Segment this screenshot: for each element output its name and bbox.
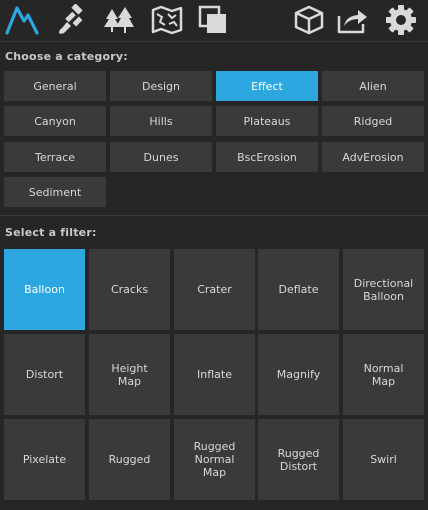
trees-icon[interactable] xyxy=(102,3,136,37)
filter-button-directional-balloon[interactable]: Directional Balloon xyxy=(343,249,424,330)
toolbar xyxy=(0,0,428,40)
category-button-dunes[interactable]: Dunes xyxy=(110,142,212,172)
map-icon[interactable] xyxy=(150,3,184,37)
category-button-design[interactable]: Design xyxy=(110,71,212,101)
category-button-adverosion[interactable]: AdvErosion xyxy=(322,142,424,172)
category-button-terrace[interactable]: Terrace xyxy=(4,142,106,172)
toolbar-divider xyxy=(0,41,428,42)
paint-brush-icon[interactable] xyxy=(55,3,89,37)
category-button-hills[interactable]: Hills xyxy=(110,106,212,136)
filter-button-pixelate[interactable]: Pixelate xyxy=(4,419,85,500)
filter-button-cracks[interactable]: Cracks xyxy=(89,249,170,330)
category-section-label: Choose a category: xyxy=(5,50,128,63)
category-button-general[interactable]: General xyxy=(4,71,106,101)
filter-button-rugged-normal-map[interactable]: Rugged Normal Map xyxy=(174,419,255,500)
category-button-sediment[interactable]: Sediment xyxy=(4,177,106,207)
filter-button-distort[interactable]: Distort xyxy=(4,334,85,415)
filter-button-swirl[interactable]: Swirl xyxy=(343,419,424,500)
category-button-effect[interactable]: Effect xyxy=(216,71,318,101)
share-icon[interactable] xyxy=(336,3,370,37)
filter-button-height-map[interactable]: Height Map xyxy=(89,334,170,415)
category-button-bscerosion[interactable]: BscErosion xyxy=(216,142,318,172)
filter-button-magnify[interactable]: Magnify xyxy=(258,334,339,415)
section-divider xyxy=(0,215,428,216)
category-button-canyon[interactable]: Canyon xyxy=(4,106,106,136)
filter-section-label: Select a filter: xyxy=(5,226,97,239)
terrain-logo-icon[interactable] xyxy=(5,3,39,37)
filter-button-deflate[interactable]: Deflate xyxy=(258,249,339,330)
category-button-plateaus[interactable]: Plateaus xyxy=(216,106,318,136)
filter-button-rugged-distort[interactable]: Rugged Distort xyxy=(258,419,339,500)
category-button-ridged[interactable]: Ridged xyxy=(322,106,424,136)
cube-export-icon[interactable] xyxy=(293,3,327,37)
app-window: Choose a category: General Design Effect Al… xyxy=(0,0,428,510)
filter-button-normal-map[interactable]: Normal Map xyxy=(343,334,424,415)
gear-icon[interactable] xyxy=(384,3,418,37)
filter-button-rugged[interactable]: Rugged xyxy=(89,419,170,500)
layers-icon[interactable] xyxy=(197,3,231,37)
filter-button-balloon[interactable]: Balloon xyxy=(4,249,85,330)
category-button-alien[interactable]: Alien xyxy=(322,71,424,101)
filter-button-inflate[interactable]: Inflate xyxy=(174,334,255,415)
filter-button-crater[interactable]: Crater xyxy=(174,249,255,330)
